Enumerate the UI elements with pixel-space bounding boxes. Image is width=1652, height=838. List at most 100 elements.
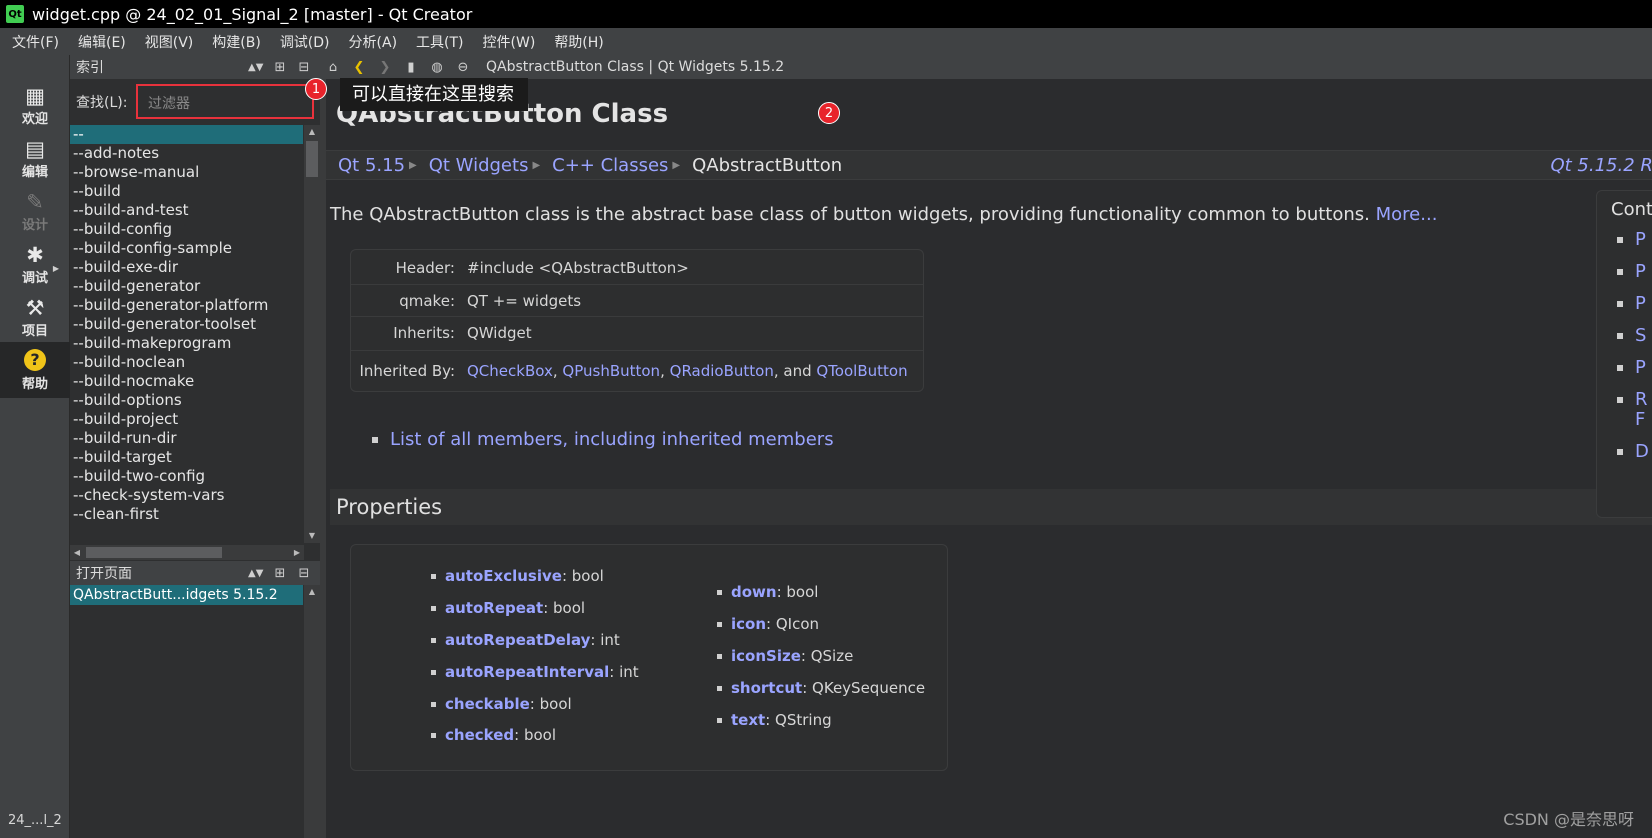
- back-icon[interactable]: ❮: [346, 60, 372, 75]
- property-link[interactable]: down: [731, 583, 777, 601]
- list-item[interactable]: --build-makeprogram: [70, 334, 303, 353]
- list-item[interactable]: --build-generator-toolset: [70, 315, 303, 334]
- version-link[interactable]: Qt 5.15.2 Re: [1550, 155, 1652, 176]
- scroll-left-icon[interactable]: ◀: [70, 545, 84, 560]
- toc-item[interactable]: P: [1617, 261, 1646, 282]
- toc-link[interactable]: P: [1635, 229, 1646, 250]
- all-members-link[interactable]: List of all members, including inherited…: [390, 429, 834, 450]
- menu-debug[interactable]: 调试(D): [268, 32, 337, 52]
- more-link[interactable]: More...: [1376, 204, 1438, 225]
- toc-item[interactable]: P: [1617, 357, 1646, 378]
- open-pages-scrollbar[interactable]: ▲: [304, 585, 320, 838]
- property-link[interactable]: checked: [445, 726, 514, 744]
- property-link[interactable]: autoRepeatInterval: [445, 663, 609, 681]
- index-vertical-scrollbar[interactable]: ▲ ▼: [304, 125, 320, 543]
- list-item[interactable]: --check-system-vars: [70, 486, 303, 505]
- list-item[interactable]: --build-and-test: [70, 201, 303, 220]
- mode-projects[interactable]: ⚒ 项目: [0, 289, 70, 345]
- list-item[interactable]: --build-noclean: [70, 353, 303, 372]
- open-pages-list[interactable]: QAbstractButt...idgets 5.15.2: [70, 585, 303, 607]
- mode-debug[interactable]: ✱ 调试 ▶: [0, 236, 70, 292]
- globe-icon[interactable]: ◍: [424, 60, 450, 75]
- property-link[interactable]: autoRepeatDelay: [445, 631, 590, 649]
- mode-help[interactable]: ? 帮助: [0, 342, 70, 398]
- list-item[interactable]: --build-exe-dir: [70, 258, 303, 277]
- inherited-link[interactable]: QToolButton: [816, 362, 907, 380]
- menu-edit[interactable]: 编辑(E): [66, 32, 133, 52]
- list-item[interactable]: --build-nocmake: [70, 372, 303, 391]
- property-link[interactable]: text: [731, 711, 765, 729]
- menu-help[interactable]: 帮助(H): [542, 32, 610, 52]
- toc-link[interactable]: R: [1635, 389, 1648, 410]
- inherits-link[interactable]: QWidget: [461, 324, 532, 342]
- index-horizontal-scrollbar[interactable]: ◀ ▶: [70, 545, 304, 560]
- menu-build[interactable]: 构建(B): [200, 32, 268, 52]
- scroll-up-icon[interactable]: ▲: [304, 125, 320, 139]
- panel-selector[interactable]: 打开页面: [70, 563, 248, 583]
- toc-link[interactable]: P: [1635, 293, 1646, 314]
- documentation-view[interactable]: QAbstractButton Class Qt 5.15 ▶ Qt Widge…: [326, 79, 1652, 838]
- toc-item[interactable]: P: [1617, 229, 1646, 250]
- link-icon[interactable]: ⊖: [450, 60, 476, 75]
- scroll-up-icon[interactable]: ▲: [304, 585, 320, 599]
- breadcrumb-link[interactable]: Qt Widgets: [417, 155, 529, 176]
- mode-welcome[interactable]: ▦ 欢迎: [0, 77, 70, 133]
- list-item[interactable]: QAbstractButt...idgets 5.15.2: [70, 585, 303, 605]
- toc-link[interactable]: S: [1635, 325, 1646, 346]
- menu-view[interactable]: 视图(V): [133, 32, 201, 52]
- menu-analyze[interactable]: 分析(A): [337, 32, 405, 52]
- updown-arrows-icon[interactable]: ▲▼: [248, 568, 268, 579]
- forward-icon[interactable]: ❯: [372, 60, 398, 75]
- menu-tools[interactable]: 工具(T): [404, 32, 470, 52]
- toc-item[interactable]: S: [1617, 325, 1646, 346]
- property-link[interactable]: autoRepeat: [445, 599, 543, 617]
- property-link[interactable]: iconSize: [731, 647, 801, 665]
- list-item[interactable]: --build: [70, 182, 303, 201]
- index-list[interactable]: -- --add-notes --browse-manual --build -…: [70, 125, 303, 543]
- scroll-thumb[interactable]: [306, 141, 318, 177]
- menu-controls[interactable]: 控件(W): [471, 32, 543, 52]
- list-item[interactable]: --clean-first: [70, 505, 303, 524]
- mode-edit[interactable]: ▤ 编辑: [0, 130, 70, 186]
- inherited-link[interactable]: QCheckBox: [467, 362, 553, 380]
- list-item[interactable]: --build-config-sample: [70, 239, 303, 258]
- property-link[interactable]: shortcut: [731, 679, 802, 697]
- split-icon[interactable]: ⊞: [268, 566, 292, 581]
- toc-link[interactable]: P: [1635, 261, 1646, 282]
- list-item[interactable]: --build-project: [70, 410, 303, 429]
- close-panel-icon[interactable]: ⊟: [292, 566, 316, 581]
- list-item[interactable]: --: [70, 125, 303, 144]
- scroll-thumb[interactable]: [86, 547, 222, 558]
- toc-item[interactable]: P: [1617, 293, 1646, 314]
- toc-item[interactable]: D: [1617, 441, 1649, 462]
- breadcrumb-link[interactable]: C++ Classes: [540, 155, 668, 176]
- panel-selector[interactable]: 索引: [70, 57, 248, 77]
- list-item[interactable]: --build-generator-platform: [70, 296, 303, 315]
- list-item[interactable]: --build-two-config: [70, 467, 303, 486]
- inherited-link[interactable]: QPushButton: [562, 362, 660, 380]
- home-icon[interactable]: ⌂: [320, 60, 346, 75]
- scroll-down-icon[interactable]: ▼: [304, 529, 320, 543]
- list-item[interactable]: --build-options: [70, 391, 303, 410]
- updown-arrows-icon[interactable]: ▲▼: [248, 62, 268, 73]
- property-link[interactable]: checkable: [445, 695, 530, 713]
- scroll-right-icon[interactable]: ▶: [290, 545, 304, 560]
- toc-link[interactable]: D: [1635, 441, 1649, 462]
- filter-input[interactable]: [136, 84, 314, 119]
- breadcrumb-link[interactable]: Qt 5.15: [326, 155, 405, 176]
- split-icon[interactable]: ⊞: [268, 60, 292, 75]
- property-link[interactable]: autoExclusive: [445, 567, 562, 585]
- bookmark-icon[interactable]: ▮: [398, 60, 424, 75]
- list-item[interactable]: --build-run-dir: [70, 429, 303, 448]
- list-item[interactable]: --add-notes: [70, 144, 303, 163]
- inherited-link[interactable]: QRadioButton: [670, 362, 774, 380]
- property-link[interactable]: icon: [731, 615, 766, 633]
- toc-item[interactable]: R: [1617, 389, 1648, 410]
- list-item[interactable]: --build-config: [70, 220, 303, 239]
- menu-file[interactable]: 文件(F): [0, 32, 66, 52]
- list-item[interactable]: --build-target: [70, 448, 303, 467]
- toc-link[interactable]: P: [1635, 357, 1646, 378]
- toc-link[interactable]: F: [1635, 409, 1645, 430]
- close-panel-icon[interactable]: ⊟: [292, 60, 316, 75]
- list-item[interactable]: --browse-manual: [70, 163, 303, 182]
